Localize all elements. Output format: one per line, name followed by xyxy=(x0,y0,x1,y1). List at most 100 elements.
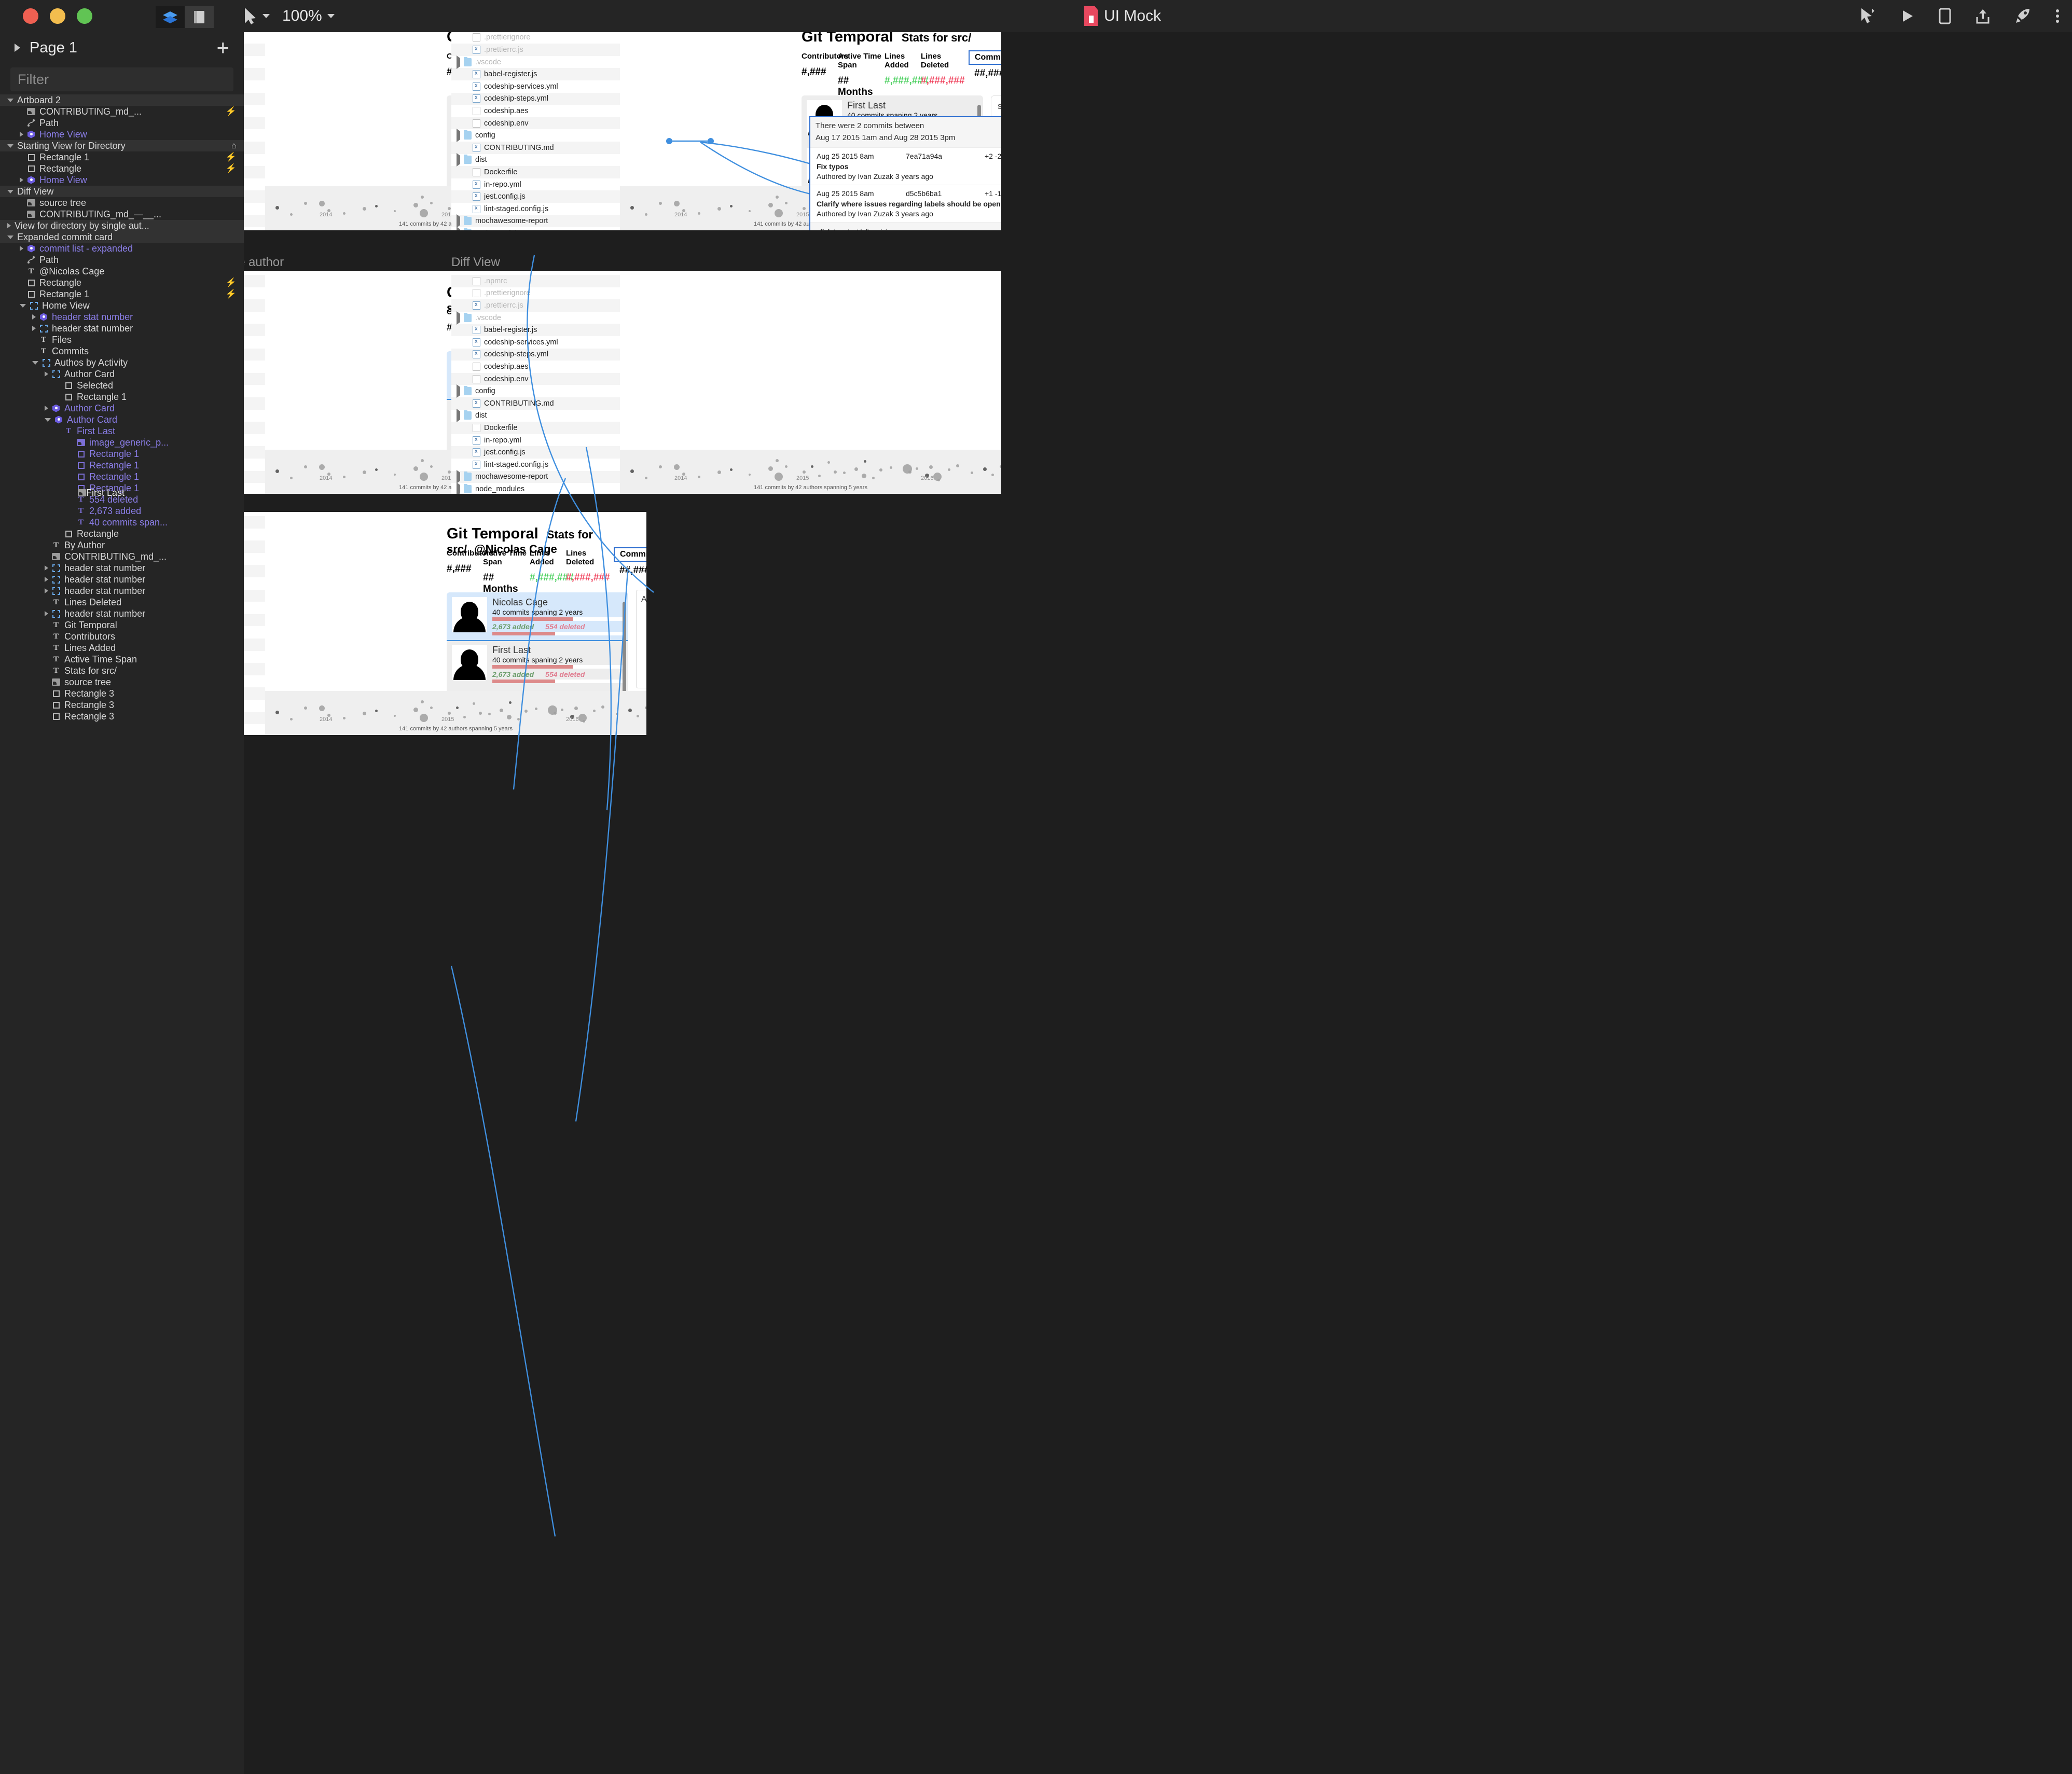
layer-row[interactable]: header stat number xyxy=(0,608,244,619)
layers-panel-toggle[interactable] xyxy=(156,6,185,28)
artboard-diff-view[interactable]: .npmrc .prettierignore .prettierrc.js .vsco… xyxy=(451,271,1001,494)
layer-disclosure-closed-icon[interactable] xyxy=(20,246,23,251)
tooltip-commit-item[interactable]: Aug 25 2015 8am d5c5b6ba1 +1 -1 Clarify whe… xyxy=(810,185,1001,222)
rocket-icon[interactable] xyxy=(2014,7,2032,25)
layer-row[interactable]: CONTRIBUTING_md_... ⚡ xyxy=(0,106,244,117)
source-tree-row[interactable]: in-repo.yml xyxy=(244,675,265,688)
cursor-click-icon[interactable] xyxy=(1858,7,1876,25)
commit-range-tooltip[interactable]: There were 2 commits between Aug 17 2015 … xyxy=(809,116,1001,230)
source-tree-row[interactable]: node_modules xyxy=(244,483,265,494)
source-tree-row[interactable]: codeship.aes xyxy=(244,602,265,614)
source-tree-row[interactable]: babel-register.js xyxy=(244,324,265,336)
source-tree-row[interactable]: dist xyxy=(244,651,265,663)
close-button[interactable] xyxy=(23,8,38,24)
source-tree-row[interactable]: .prettierrc.js xyxy=(244,44,265,56)
layer-row[interactable]: header stat number xyxy=(0,585,244,597)
source-tree-row[interactable]: Dockerfile xyxy=(244,166,265,178)
source-tree-row[interactable]: CONTRIBUTING.md xyxy=(244,397,265,410)
layer-row[interactable]: Home View xyxy=(0,300,244,311)
source-tree-row[interactable]: dist xyxy=(244,410,265,422)
metric-toggle-group[interactable]: CommitsFiles xyxy=(969,50,1001,65)
source-tree-row[interactable]: node_modules xyxy=(244,724,265,735)
layer-row[interactable]: source tree xyxy=(0,676,244,688)
layer-row[interactable]: T Lines Added xyxy=(0,642,244,654)
design-canvas[interactable]: .npmrc.prettierignore.prettierrc.js.vsco… xyxy=(244,32,2072,1774)
layer-row[interactable]: Rectangle 1 xyxy=(0,460,244,471)
layer-row[interactable]: Rectangle ⚡ xyxy=(0,163,244,174)
source-tree-row[interactable]: codeship.aes xyxy=(451,105,620,117)
layer-list[interactable]: Artboard 2 CONTRIBUTING_md_... ⚡ Path Home V… xyxy=(0,94,244,722)
layer-row[interactable]: T Active Time Span xyxy=(0,654,244,665)
commits-toggle[interactable]: Commits xyxy=(614,547,646,562)
layer-row[interactable]: header stat number xyxy=(0,311,244,323)
layer-row[interactable]: Rectangle 1 xyxy=(0,448,244,460)
source-tree-row[interactable]: codeship.env xyxy=(244,372,265,385)
commit-timeline[interactable]: 2014201520162017141 commits by 42 author… xyxy=(620,450,1001,494)
source-tree-row[interactable]: .npmrc xyxy=(451,275,620,287)
source-tree[interactable]: .npmrc.prettierignore.prettierrc.js.vsco… xyxy=(244,512,265,735)
source-tree-row[interactable]: codeship.aes xyxy=(244,361,265,373)
layer-row[interactable]: Rectangle 1 ⚡ xyxy=(0,288,244,300)
layer-row[interactable]: image_generic_p... xyxy=(0,437,244,448)
source-tree-row[interactable]: Dockerfile xyxy=(244,663,265,675)
page-chevron-icon[interactable] xyxy=(15,44,20,52)
source-tree-row[interactable]: codeship.aes xyxy=(451,361,620,373)
layer-disclosure-closed-icon[interactable] xyxy=(45,577,48,582)
source-tree-row[interactable]: lint-staged.config.js xyxy=(451,459,620,471)
source-tree-row[interactable]: mochawesome-report xyxy=(244,470,265,483)
layer-row[interactable]: T Contributors xyxy=(0,631,244,642)
author-card[interactable]: First Last40 commits spaning 2 years 2,67… xyxy=(447,640,628,688)
source-tree-row[interactable]: lint-staged.config.js xyxy=(244,700,265,712)
canvas-toolbar[interactable]: 100% xyxy=(244,0,335,32)
source-tree-row[interactable]: Dockerfile xyxy=(244,422,265,434)
add-page-button[interactable]: + xyxy=(216,37,229,59)
layer-row[interactable]: Diff View xyxy=(0,186,244,197)
source-tree-row[interactable]: config xyxy=(244,129,265,142)
filter-input[interactable]: Filter xyxy=(10,67,233,91)
source-tree-row[interactable]: codeship-services.yml xyxy=(244,577,265,590)
source-tree-row[interactable]: in-repo.yml xyxy=(451,434,620,447)
source-tree-row[interactable]: .vscode xyxy=(451,55,620,69)
layer-row[interactable]: header stat number xyxy=(0,323,244,334)
source-tree-row[interactable]: codeship-services.yml xyxy=(244,80,265,93)
source-tree-row[interactable]: lint-staged.config.js xyxy=(244,459,265,471)
layer-row[interactable]: Authos by Activity xyxy=(0,357,244,368)
app-mock[interactable]: .npmrc.prettierignore.prettierrc.js.vsco… xyxy=(244,512,646,735)
source-tree-row[interactable]: Dockerfile xyxy=(451,422,620,434)
minimize-button[interactable] xyxy=(50,8,65,24)
layer-row[interactable]: header stat number xyxy=(0,574,244,585)
maximize-button[interactable] xyxy=(77,8,92,24)
source-tree-row[interactable]: jest.config.js xyxy=(451,446,620,459)
tree-disclosure[interactable] xyxy=(457,55,464,69)
source-tree-row[interactable]: babel-register.js xyxy=(451,324,620,336)
source-tree-row[interactable]: .vscode xyxy=(244,312,265,324)
source-tree-row[interactable]: .prettierrc.js xyxy=(451,299,620,312)
artboard-expanded-commit-card[interactable]: .npmrc.prettierignore.prettierrc.js.vsco… xyxy=(244,512,646,735)
layer-row[interactable]: header stat number xyxy=(0,562,244,574)
source-tree[interactable]: .npmrc.prettierignore.prettierrc.js.vsco… xyxy=(451,271,620,494)
source-tree-row[interactable]: lint-staged.config.js xyxy=(244,203,265,215)
source-tree-row[interactable]: mochawesome-report xyxy=(451,470,620,484)
layer-disclosure-closed-icon[interactable] xyxy=(20,177,23,183)
source-tree-row[interactable]: CONTRIBUTING.md xyxy=(244,638,265,651)
page-row[interactable]: Page 1 + xyxy=(0,32,244,63)
source-tree-row[interactable]: in-repo.yml xyxy=(451,178,620,191)
layer-disclosure-open-icon[interactable] xyxy=(20,303,26,308)
source-tree-row[interactable]: codeship.env xyxy=(244,117,265,130)
source-tree-row[interactable]: codeship.env xyxy=(244,614,265,627)
tree-disclosure[interactable] xyxy=(457,409,464,423)
layer-row[interactable]: T Lines Deleted xyxy=(0,597,244,608)
layer-row[interactable]: CONTRIBUTING_md_—__... xyxy=(0,209,244,220)
mobile-preview-icon[interactable] xyxy=(1938,7,1952,25)
layer-disclosure-closed-icon[interactable] xyxy=(32,314,36,320)
layer-row[interactable]: T @Nicolas Cage xyxy=(0,266,244,277)
source-tree-row[interactable]: jest.config.js xyxy=(451,190,620,203)
layer-disclosure-open-icon[interactable] xyxy=(7,144,13,148)
tree-disclosure[interactable] xyxy=(457,129,464,143)
source-tree-row[interactable]: codeship.env xyxy=(451,117,620,130)
layer-row[interactable]: Rectangle xyxy=(0,528,244,539)
source-tree-row[interactable]: CONTRIBUTING.md xyxy=(451,397,620,410)
source-tree-row[interactable]: dist xyxy=(451,409,620,423)
source-tree-row[interactable]: codeship-services.yml xyxy=(244,336,265,349)
commit-timeline[interactable]: 2014201520162017141 commits by 42 author… xyxy=(265,691,646,735)
